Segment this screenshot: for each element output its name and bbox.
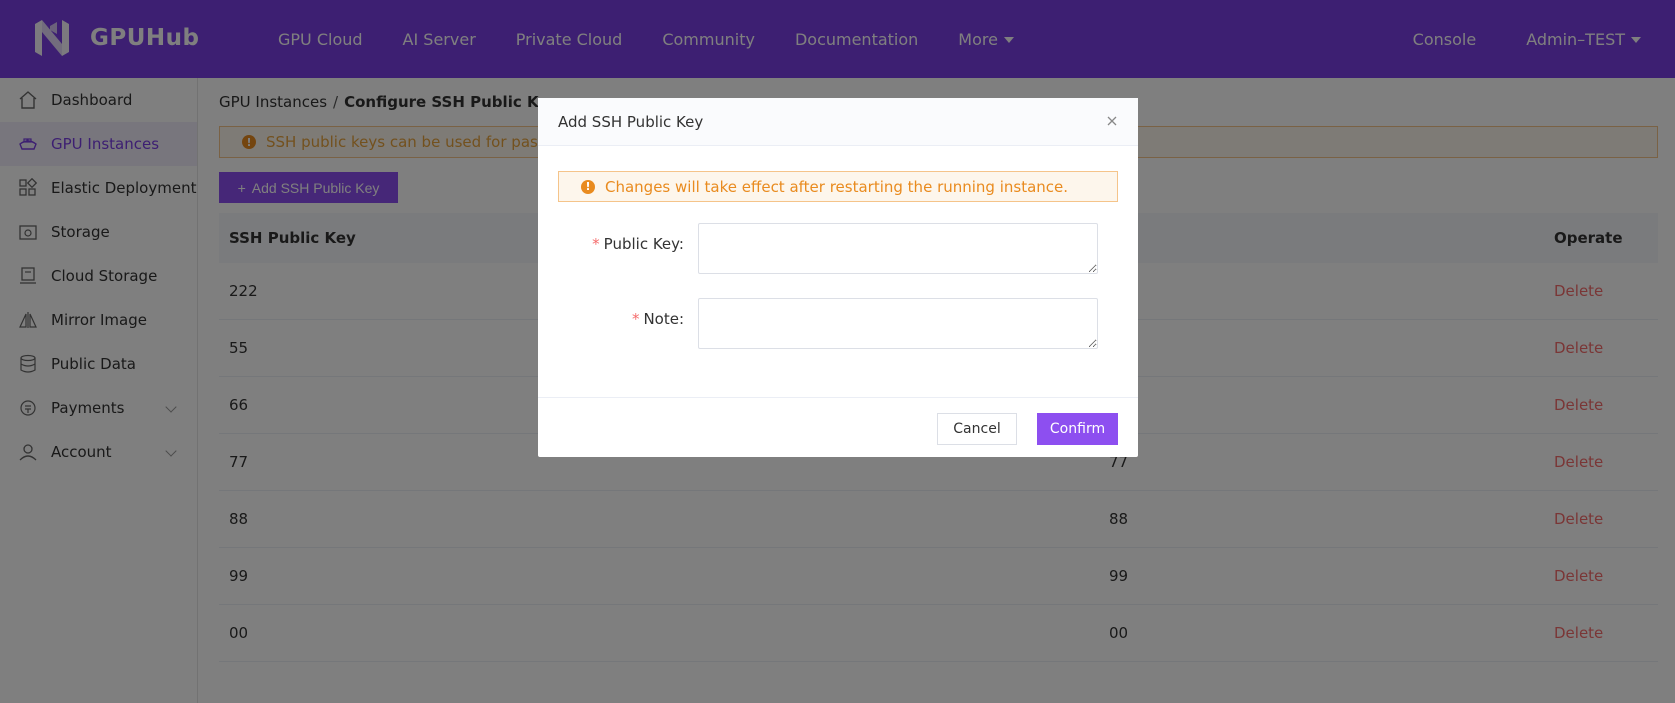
dialog-title: Add SSH Public Key: [558, 112, 704, 131]
close-icon[interactable]: [1104, 113, 1120, 129]
dialog-alert: ! Changes will take effect after restart…: [558, 171, 1118, 202]
public-key-textarea[interactable]: [698, 223, 1098, 274]
public-key-label-text: Public Key:: [603, 235, 684, 253]
dialog-alert-text: Changes will take effect after restartin…: [605, 177, 1069, 196]
cancel-button[interactable]: Cancel: [937, 413, 1017, 445]
required-mark: *: [631, 310, 640, 328]
public-key-label: * Public Key:: [558, 235, 684, 253]
dialog-footer: Cancel Confirm: [538, 397, 1138, 457]
add-ssh-key-dialog: Add SSH Public Key ! Changes will take e…: [538, 98, 1138, 457]
note-label-text: Note:: [643, 310, 684, 328]
note-textarea[interactable]: [698, 298, 1098, 349]
warning-icon: !: [581, 179, 595, 194]
note-label: * Note:: [558, 310, 684, 328]
confirm-button[interactable]: Confirm: [1037, 413, 1118, 445]
dialog-header: Add SSH Public Key: [538, 98, 1138, 146]
required-mark: *: [592, 235, 600, 253]
